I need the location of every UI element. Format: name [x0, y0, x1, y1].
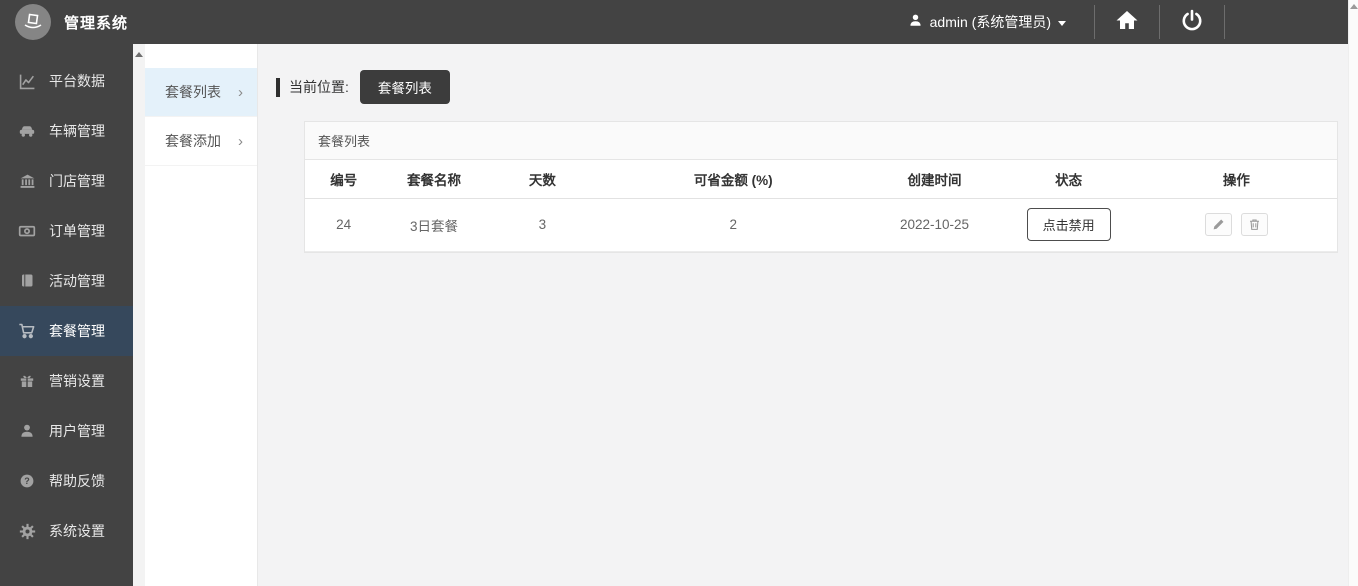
- user-dropdown[interactable]: admin (系统管理员): [896, 0, 1094, 44]
- activity-icon: [18, 272, 36, 290]
- col-actions: 操作: [1135, 160, 1337, 199]
- submenu-item-package-list[interactable]: 套餐列表 ›: [145, 68, 257, 117]
- submenu: 套餐列表 › 套餐添加 ›: [145, 44, 258, 586]
- admin-app: 管理系统 admin (系统管理员) 平台数据 车辆管理 门店管理 订单管理 活…: [0, 0, 1348, 586]
- breadcrumb-marker: [276, 77, 280, 97]
- home-button[interactable]: [1095, 0, 1159, 44]
- sidebar-item-marketing[interactable]: 营销设置: [0, 356, 133, 406]
- svg-text:?: ?: [24, 476, 30, 486]
- sidebar-item-stores[interactable]: 门店管理: [0, 156, 133, 206]
- gift-icon: [18, 372, 36, 390]
- sidebar-item-orders[interactable]: 订单管理: [0, 206, 133, 256]
- logout-button[interactable]: [1160, 0, 1224, 44]
- sidebar-item-label: 车辆管理: [49, 123, 105, 139]
- topbar-divider: [1224, 5, 1225, 39]
- cell-days: 3: [485, 198, 600, 252]
- cell-id: 24: [305, 198, 383, 252]
- cart-icon: [18, 322, 36, 340]
- package-table: 编号 套餐名称 天数 可省金额 (%) 创建时间 状态 操作 24 3日套餐 3…: [305, 160, 1337, 252]
- sidebar-item-label: 订单管理: [49, 223, 105, 239]
- sidebar-item-label: 营销设置: [49, 373, 105, 389]
- username-label: admin (系统管理员): [929, 14, 1051, 30]
- home-icon: [1115, 8, 1139, 37]
- sidebar-item-label: 活动管理: [49, 273, 105, 289]
- col-status: 状态: [1001, 160, 1136, 199]
- brand: 管理系统: [0, 4, 128, 40]
- scroll-up-icon: [135, 52, 143, 57]
- topbar-right: admin (系统管理员): [896, 0, 1348, 44]
- submenu-item-package-add[interactable]: 套餐添加 ›: [145, 117, 257, 166]
- delete-button[interactable]: [1240, 213, 1268, 236]
- topbar: 管理系统 admin (系统管理员): [0, 0, 1348, 44]
- sidebar: 平台数据 车辆管理 门店管理 订单管理 活动管理 套餐管理 营销设置 用户管理 …: [0, 44, 133, 586]
- breadcrumb-current-button[interactable]: 套餐列表: [359, 70, 450, 104]
- table-row: 24 3日套餐 3 2 2022-10-25 点击禁用: [305, 198, 1337, 252]
- panel-title: 套餐列表: [305, 122, 1337, 160]
- app-title: 管理系统: [64, 14, 129, 32]
- user-icon: [18, 422, 36, 440]
- gear-icon: [18, 522, 36, 540]
- table-header-row: 编号 套餐名称 天数 可省金额 (%) 创建时间 状态 操作: [305, 160, 1337, 199]
- submenu-scrollbar[interactable]: [133, 44, 145, 586]
- sidebar-item-settings[interactable]: 系统设置: [0, 506, 133, 556]
- sidebar-item-vehicles[interactable]: 车辆管理: [0, 106, 133, 156]
- sidebar-item-activities[interactable]: 活动管理: [0, 256, 133, 306]
- cell-save-percent: 2: [599, 198, 868, 252]
- sidebar-item-label: 平台数据: [49, 73, 105, 89]
- chevron-right-icon: ›: [238, 83, 243, 101]
- sidebar-item-users[interactable]: 用户管理: [0, 406, 133, 456]
- col-save-percent: 可省金额 (%): [599, 160, 868, 199]
- car-icon: [18, 122, 36, 140]
- app-logo-icon: [15, 4, 51, 40]
- col-days: 天数: [485, 160, 600, 199]
- submenu-item-label: 套餐列表: [165, 84, 221, 100]
- layout-row: 平台数据 车辆管理 门店管理 订单管理 活动管理 套餐管理 营销设置 用户管理 …: [0, 44, 1348, 586]
- col-name: 套餐名称: [382, 160, 486, 199]
- sidebar-item-help[interactable]: ? 帮助反馈: [0, 456, 133, 506]
- breadcrumb-label: 当前位置:: [289, 79, 349, 95]
- trash-icon: [1249, 219, 1259, 230]
- submenu-item-label: 套餐添加: [165, 133, 221, 149]
- help-icon: ?: [18, 472, 36, 490]
- pencil-icon: [1213, 219, 1224, 230]
- main-content: 当前位置: 套餐列表 套餐列表 编号 套餐名称 天数 可省金额 (%) 创建时间…: [258, 44, 1348, 586]
- sidebar-item-label: 套餐管理: [49, 323, 105, 339]
- package-list-panel: 套餐列表 编号 套餐名称 天数 可省金额 (%) 创建时间 状态 操作 24 3…: [304, 121, 1338, 253]
- chevron-right-icon: ›: [238, 132, 243, 150]
- sidebar-item-label: 帮助反馈: [49, 473, 105, 489]
- edit-button[interactable]: [1204, 213, 1232, 236]
- user-icon: [908, 13, 923, 31]
- order-icon: [18, 222, 36, 240]
- sidebar-item-platform-data[interactable]: 平台数据: [0, 56, 133, 106]
- store-icon: [18, 172, 36, 190]
- power-icon: [1180, 8, 1204, 37]
- breadcrumb: 当前位置: 套餐列表: [276, 70, 1338, 104]
- cell-name: 3日套餐: [382, 198, 486, 252]
- disable-toggle-button[interactable]: 点击禁用: [1026, 208, 1111, 241]
- sidebar-item-packages[interactable]: 套餐管理: [0, 306, 133, 356]
- chart-icon: [18, 72, 36, 90]
- col-created: 创建时间: [867, 160, 1002, 199]
- cell-actions: [1135, 198, 1337, 252]
- page-scrollbar[interactable]: [1348, 0, 1358, 586]
- scroll-up-icon: [1350, 4, 1358, 9]
- cell-created: 2022-10-25: [867, 198, 1002, 252]
- sidebar-item-label: 门店管理: [49, 173, 105, 189]
- sidebar-item-label: 用户管理: [49, 423, 105, 439]
- col-id: 编号: [305, 160, 383, 199]
- sidebar-item-label: 系统设置: [49, 523, 105, 539]
- cell-status: 点击禁用: [1001, 198, 1136, 252]
- chevron-down-icon: [1058, 20, 1066, 26]
